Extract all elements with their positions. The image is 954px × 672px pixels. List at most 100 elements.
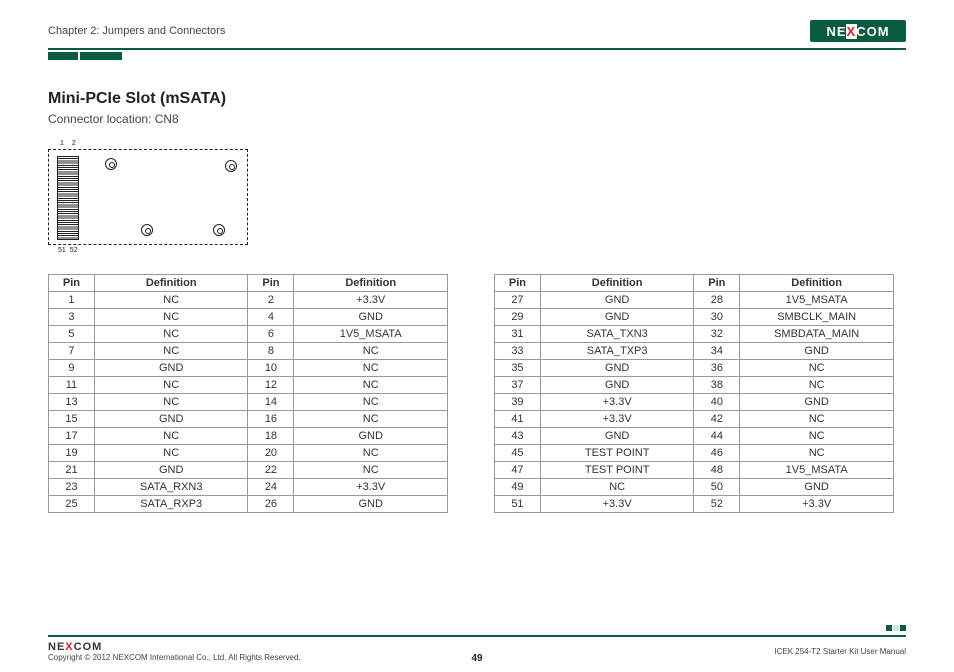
- definition-cell: NC: [94, 326, 248, 343]
- definition-cell: SATA_TXN3: [540, 326, 694, 343]
- footer-logo-post: COM: [74, 641, 103, 653]
- definition-cell: SATA_TXP3: [540, 343, 694, 360]
- definition-cell: GND: [540, 309, 694, 326]
- table-row: 3NC4GND: [49, 309, 448, 326]
- definition-cell: SATA_RXP3: [94, 496, 248, 513]
- definition-cell: NC: [94, 309, 248, 326]
- pin-cell: 22: [248, 462, 294, 479]
- pin-cell: 29: [495, 309, 541, 326]
- table-row: 15GND16NC: [49, 411, 448, 428]
- pin-cell: 24: [248, 479, 294, 496]
- mounting-hole-icon: [141, 224, 153, 236]
- pin-cell: 12: [248, 377, 294, 394]
- pin-cell: 25: [49, 496, 95, 513]
- pin-cell: 52: [694, 496, 740, 513]
- footer-logo-pre: NE: [48, 641, 65, 653]
- footer-logo-x: X: [65, 641, 73, 653]
- definition-cell: SATA_RXN3: [94, 479, 248, 496]
- page-number: 49: [471, 653, 482, 664]
- mounting-hole-icon: [213, 224, 225, 236]
- footer-accent-icon: [886, 625, 906, 631]
- pin-cell: 47: [495, 462, 541, 479]
- pin-cell: 48: [694, 462, 740, 479]
- table-row: 51+3.3V52+3.3V: [495, 496, 894, 513]
- definition-cell: +3.3V: [740, 496, 894, 513]
- definition-cell: GND: [94, 462, 248, 479]
- header-rule: [48, 48, 906, 50]
- definition-cell: NC: [294, 411, 448, 428]
- table-row: 23SATA_RXN324+3.3V: [49, 479, 448, 496]
- table-row: 33SATA_TXP334GND: [495, 343, 894, 360]
- pin-cell: 26: [248, 496, 294, 513]
- brand-logo: NEXCOM: [810, 20, 906, 42]
- table-row: 47TEST POINT481V5_MSATA: [495, 462, 894, 479]
- definition-cell: GND: [540, 428, 694, 445]
- definition-cell: SMBCLK_MAIN: [740, 309, 894, 326]
- pin-cell: 13: [49, 394, 95, 411]
- pin-cell: 35: [495, 360, 541, 377]
- definition-cell: GND: [540, 377, 694, 394]
- pin-cell: 45: [495, 445, 541, 462]
- definition-cell: GND: [94, 360, 248, 377]
- pin-cell: 27: [495, 292, 541, 309]
- definition-cell: +3.3V: [540, 411, 694, 428]
- table-row: 41+3.3V42NC: [495, 411, 894, 428]
- table-row: 5NC61V5_MSATA: [49, 326, 448, 343]
- pin-cell: 33: [495, 343, 541, 360]
- pin-cell: 5: [49, 326, 95, 343]
- definition-cell: 1V5_MSATA: [294, 326, 448, 343]
- th-def: Definition: [94, 275, 248, 292]
- table-row: 29GND30SMBCLK_MAIN: [495, 309, 894, 326]
- pin-cell: 31: [495, 326, 541, 343]
- pin-cell: 49: [495, 479, 541, 496]
- definition-cell: NC: [94, 343, 248, 360]
- definition-cell: GND: [94, 411, 248, 428]
- definition-cell: TEST POINT: [540, 445, 694, 462]
- pin-cell: 19: [49, 445, 95, 462]
- pin-cell: 44: [694, 428, 740, 445]
- definition-cell: NC: [294, 360, 448, 377]
- definition-cell: NC: [294, 343, 448, 360]
- definition-cell: GND: [540, 292, 694, 309]
- definition-cell: NC: [94, 377, 248, 394]
- pin-cell: 36: [694, 360, 740, 377]
- pin-cell: 51: [495, 496, 541, 513]
- connector-diagram: 1 2 51 52: [48, 140, 906, 254]
- definition-cell: +3.3V: [294, 479, 448, 496]
- pin-cell: 32: [694, 326, 740, 343]
- pin-cell: 3: [49, 309, 95, 326]
- pin-cell: 17: [49, 428, 95, 445]
- table-row: 27GND281V5_MSATA: [495, 292, 894, 309]
- definition-cell: +3.3V: [540, 394, 694, 411]
- table-row: 21GND22NC: [49, 462, 448, 479]
- pin-cell: 30: [694, 309, 740, 326]
- pin-cell: 4: [248, 309, 294, 326]
- pin-cell: 40: [694, 394, 740, 411]
- table-row: 31SATA_TXN332SMBDATA_MAIN: [495, 326, 894, 343]
- th-pin: Pin: [248, 275, 294, 292]
- th-pin: Pin: [495, 275, 541, 292]
- definition-cell: SMBDATA_MAIN: [740, 326, 894, 343]
- pin-label-2: 2: [72, 140, 76, 147]
- pin-cell: 39: [495, 394, 541, 411]
- pin-cell: 46: [694, 445, 740, 462]
- th-def: Definition: [540, 275, 694, 292]
- th-pin: Pin: [49, 275, 95, 292]
- footer-rule: [48, 635, 906, 637]
- chapter-title: Chapter 2: Jumpers and Connectors: [48, 25, 225, 37]
- page-footer: NEXCOM Copyright © 2012 NEXCOM Internati…: [48, 635, 906, 662]
- definition-cell: GND: [294, 309, 448, 326]
- definition-cell: NC: [94, 292, 248, 309]
- pin-label-52: 52: [70, 247, 78, 254]
- table-row: 1NC2+3.3V: [49, 292, 448, 309]
- definition-cell: NC: [94, 394, 248, 411]
- definition-cell: GND: [740, 394, 894, 411]
- mounting-hole-icon: [105, 158, 117, 170]
- definition-cell: NC: [294, 377, 448, 394]
- pin-label-51: 51: [58, 247, 66, 254]
- pin-cell: 7: [49, 343, 95, 360]
- pin-table-right: Pin Definition Pin Definition 27GND281V5…: [494, 274, 894, 513]
- pin-label-1: 1: [60, 140, 64, 147]
- manual-title: ICEK 254-T2 Starter Kit User Manual: [774, 647, 906, 656]
- pin-cell: 23: [49, 479, 95, 496]
